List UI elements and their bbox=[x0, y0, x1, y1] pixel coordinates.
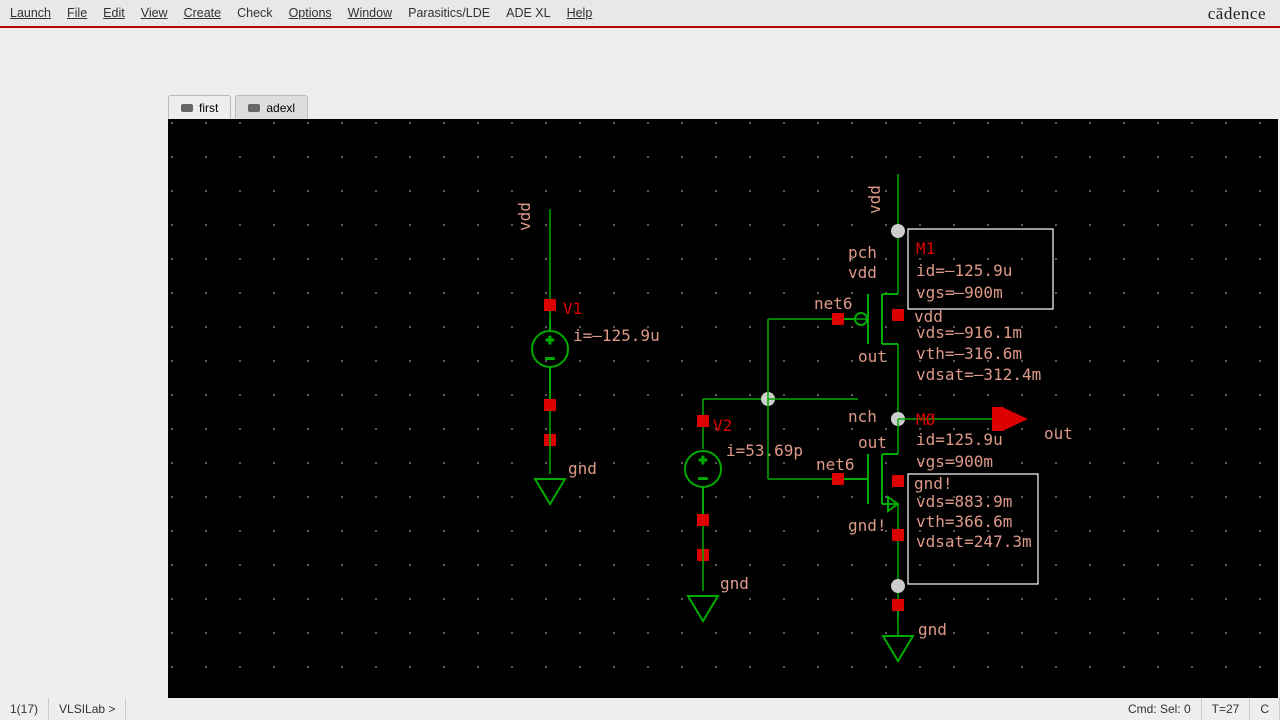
svg-text:out: out bbox=[858, 347, 887, 366]
menu-edit[interactable]: Edit bbox=[103, 6, 125, 20]
menu-file[interactable]: File bbox=[67, 6, 87, 20]
svg-text:id=–125.9u: id=–125.9u bbox=[916, 261, 1012, 280]
svg-text:out: out bbox=[858, 433, 887, 452]
svg-text:vdsat=247.3m: vdsat=247.3m bbox=[916, 532, 1032, 551]
svg-text:+: + bbox=[699, 453, 707, 468]
menu-parasitics[interactable]: Parasitics/LDE bbox=[408, 6, 490, 20]
status-bar: 1(17) VLSILab > Cmd: Sel: 0 T=27 C bbox=[0, 698, 1280, 720]
svg-text:vgs=900m: vgs=900m bbox=[916, 452, 993, 471]
menu-options[interactable]: Options bbox=[289, 6, 332, 20]
schematic-canvas[interactable]: vdd + – V1 i=–125.9u gnd bbox=[168, 119, 1278, 704]
svg-text:V2: V2 bbox=[713, 416, 732, 435]
menu-window[interactable]: Window bbox=[348, 6, 392, 20]
menu-create[interactable]: Create bbox=[184, 6, 222, 20]
eye-icon bbox=[181, 104, 193, 112]
svg-text:net6: net6 bbox=[814, 294, 853, 313]
svg-text:vgs=–900m: vgs=–900m bbox=[916, 283, 1003, 302]
svg-text:vth=–316.6m: vth=–316.6m bbox=[916, 344, 1022, 363]
tab-adexl[interactable]: adexl bbox=[235, 95, 308, 119]
svg-text:vdd: vdd bbox=[515, 202, 534, 231]
menu-help[interactable]: Help bbox=[567, 6, 593, 20]
menu-check[interactable]: Check bbox=[237, 6, 272, 20]
menu-adexl[interactable]: ADE XL bbox=[506, 6, 550, 20]
menubar: Launch File Edit View Create Check Optio… bbox=[0, 0, 1280, 26]
svg-text:vds=–916.1m: vds=–916.1m bbox=[916, 323, 1022, 342]
svg-text:vds=883.9m: vds=883.9m bbox=[916, 492, 1012, 511]
svg-text:vdd: vdd bbox=[865, 185, 884, 214]
pencil-icon bbox=[248, 104, 260, 112]
status-unit: C bbox=[1250, 698, 1280, 720]
status-temp: T=27 bbox=[1202, 698, 1251, 720]
menu-view[interactable]: View bbox=[141, 6, 168, 20]
svg-text:gnd: gnd bbox=[720, 574, 749, 593]
svg-text:vdsat=–312.4m: vdsat=–312.4m bbox=[916, 365, 1041, 384]
svg-text:M1: M1 bbox=[916, 239, 935, 258]
svg-text:gnd: gnd bbox=[918, 620, 947, 639]
menu-launch[interactable]: Launch bbox=[10, 6, 51, 20]
svg-text:pch: pch bbox=[848, 243, 877, 262]
svg-text:–: – bbox=[546, 351, 554, 366]
svg-text:–: – bbox=[699, 471, 707, 486]
svg-text:gnd!: gnd! bbox=[848, 516, 887, 535]
svg-text:net6: net6 bbox=[816, 455, 855, 474]
work-area: first adexl vdd bbox=[0, 28, 1280, 720]
tab-first[interactable]: first bbox=[168, 95, 231, 119]
svg-text:out: out bbox=[1044, 424, 1073, 443]
svg-text:vdd: vdd bbox=[848, 263, 877, 282]
status-prompt[interactable]: VLSILab > bbox=[49, 698, 126, 720]
brand-logo: cādence bbox=[1208, 4, 1266, 24]
status-cmd: Cmd: Sel: 0 bbox=[1118, 698, 1202, 720]
status-left: 1(17) bbox=[0, 698, 49, 720]
tabs: first adexl bbox=[168, 95, 308, 119]
svg-text:vth=366.6m: vth=366.6m bbox=[916, 512, 1012, 531]
svg-text:i=53.69p: i=53.69p bbox=[726, 441, 803, 460]
svg-text:gnd!: gnd! bbox=[914, 474, 953, 493]
svg-text:id=125.9u: id=125.9u bbox=[916, 430, 1003, 449]
svg-text:gnd: gnd bbox=[568, 459, 597, 478]
svg-text:+: + bbox=[546, 333, 554, 348]
svg-text:nch: nch bbox=[848, 407, 877, 426]
svg-text:V1: V1 bbox=[563, 299, 582, 318]
svg-text:MØ: MØ bbox=[916, 410, 936, 429]
svg-text:i=–125.9u: i=–125.9u bbox=[573, 326, 660, 345]
